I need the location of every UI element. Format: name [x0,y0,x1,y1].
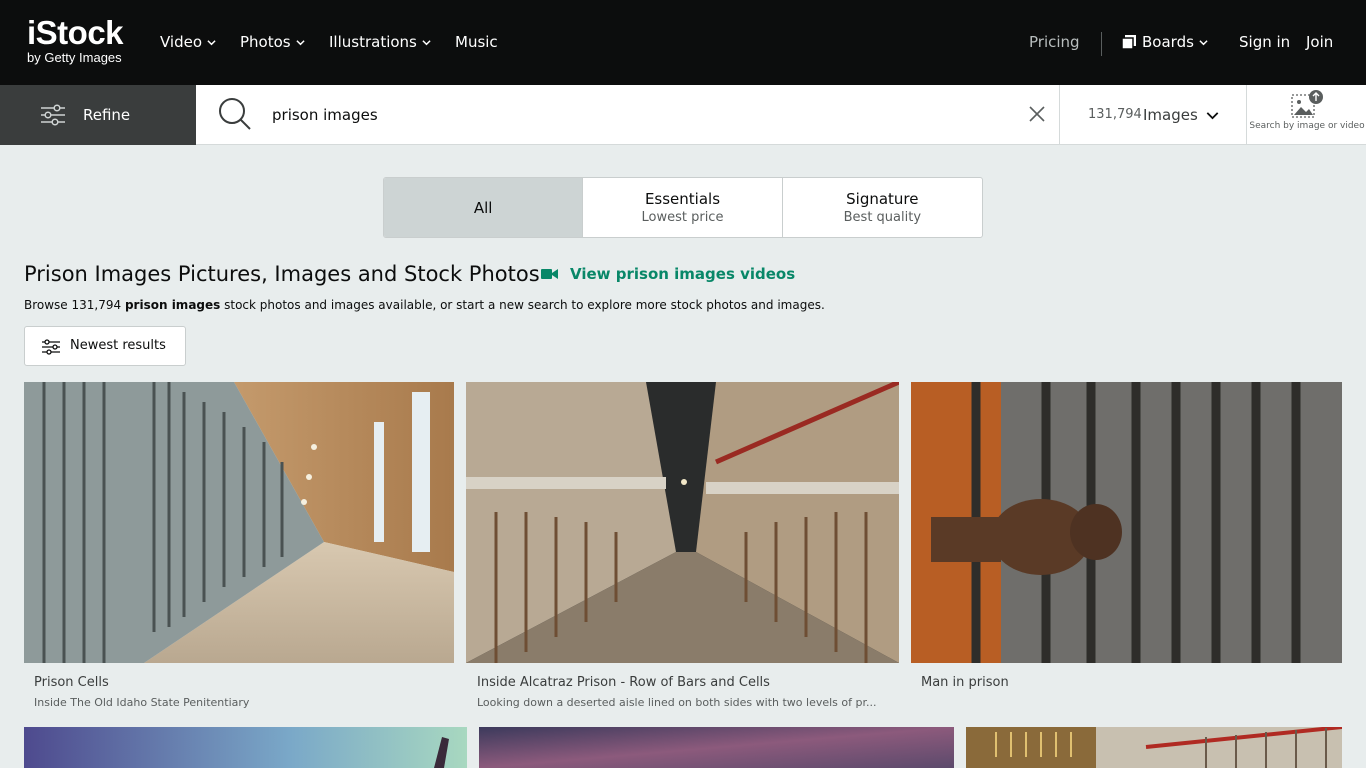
refine-button[interactable]: Refine [0,85,196,145]
search-by-image-label: Search by image or video [1249,121,1365,131]
view-videos-label: View prison images videos [570,265,796,283]
filter-sliders-icon [41,104,65,126]
image-subtitle: Looking down a deserted aisle lined on b… [477,696,877,709]
license-tabs: All Essentials Lowest price Signature Be… [383,177,983,238]
filter-sliders-icon [42,339,60,355]
image-title[interactable]: Man in prison [921,675,1009,690]
nav-illustrations[interactable]: Illustrations [329,33,431,51]
prison-corridor-photo [24,382,454,663]
top-navigation-bar: iStock by Getty Images Video Photos Illu… [0,0,1366,85]
sign-in-link[interactable]: Sign in [1239,33,1290,51]
result-image[interactable] [966,727,1342,768]
image-title[interactable]: Prison Cells [34,675,109,690]
chevron-down-icon [1206,112,1219,120]
page-title: Prison Images Pictures, Images and Stock… [24,262,540,286]
nav-music-label: Music [455,33,498,51]
sort-newest-label: Newest results [70,338,166,353]
boards-label: Boards [1142,33,1194,51]
result-image[interactable] [479,727,954,768]
close-icon[interactable] [1027,104,1047,124]
sky-photo [24,727,467,768]
tab-all[interactable]: All [384,178,584,237]
result-count: 131,794 [1088,107,1142,122]
view-videos-link[interactable]: View prison images videos [541,265,795,283]
join-link[interactable]: Join [1306,33,1333,51]
video-camera-icon [541,269,558,279]
result-image[interactable] [24,727,467,768]
image-subtitle: Inside The Old Idaho State Penitentiary [34,696,250,709]
logo-byline: by Getty Images [27,50,122,65]
nav-video[interactable]: Video [160,33,216,51]
tab-essentials-title: Essentials [644,190,721,208]
logo-wordmark: iStock [27,14,124,51]
browse-query: prison images [124,298,221,312]
browse-prefix: Browse 131,794 [24,298,122,312]
search-bar: Refine 131,794 Images Search by image or… [0,85,1366,145]
nav-video-label: Video [160,33,203,51]
nav-illustrations-label: Illustrations [329,33,417,51]
search-by-image-button[interactable]: Search by image or video [1246,85,1366,145]
result-image-prison-cells[interactable] [24,382,454,663]
chevron-down-icon [422,39,431,45]
header-divider [1101,32,1102,56]
chevron-down-icon [1199,39,1208,45]
media-type-select[interactable]: 131,794 Images [1059,85,1246,145]
image-title[interactable]: Inside Alcatraz Prison - Row of Bars and… [477,675,770,690]
chevron-down-icon [207,39,216,45]
result-image-alcatraz[interactable] [466,382,899,663]
search-icon[interactable] [217,96,253,132]
chevron-down-icon [296,39,305,45]
tab-essentials-subtitle: Lowest price [641,210,724,225]
media-type-label: Images [1143,106,1198,124]
tab-signature[interactable]: Signature Best quality [783,178,982,237]
istock-logo[interactable]: iStock by Getty Images [27,16,142,72]
nav-music[interactable]: Music [455,33,498,51]
man-behind-bars-photo [911,382,1342,663]
stormy-sky-photo [479,727,954,768]
boards-icon [1121,35,1136,50]
tab-signature-subtitle: Best quality [843,210,922,225]
boards-menu[interactable]: Boards [1121,33,1208,51]
search-input[interactable] [272,101,1012,129]
image-upload-icon [1291,90,1323,118]
refine-label: Refine [83,106,131,124]
tab-signature-title: Signature [846,190,919,208]
sort-newest-button[interactable]: Newest results [24,326,186,366]
nav-photos-label: Photos [240,33,291,51]
cellblock-photo [966,727,1342,768]
tab-all-title: All [473,198,493,217]
tab-essentials[interactable]: Essentials Lowest price [583,178,783,237]
browse-suffix: stock photos and images available, or st… [224,298,825,312]
pricing-link[interactable]: Pricing [1029,33,1080,51]
nav-photos[interactable]: Photos [240,33,305,51]
results-description: Browse 131,794 prison images stock photo… [24,298,825,312]
result-image-man-in-prison[interactable] [911,382,1342,663]
alcatraz-cellblock-photo [466,382,899,663]
